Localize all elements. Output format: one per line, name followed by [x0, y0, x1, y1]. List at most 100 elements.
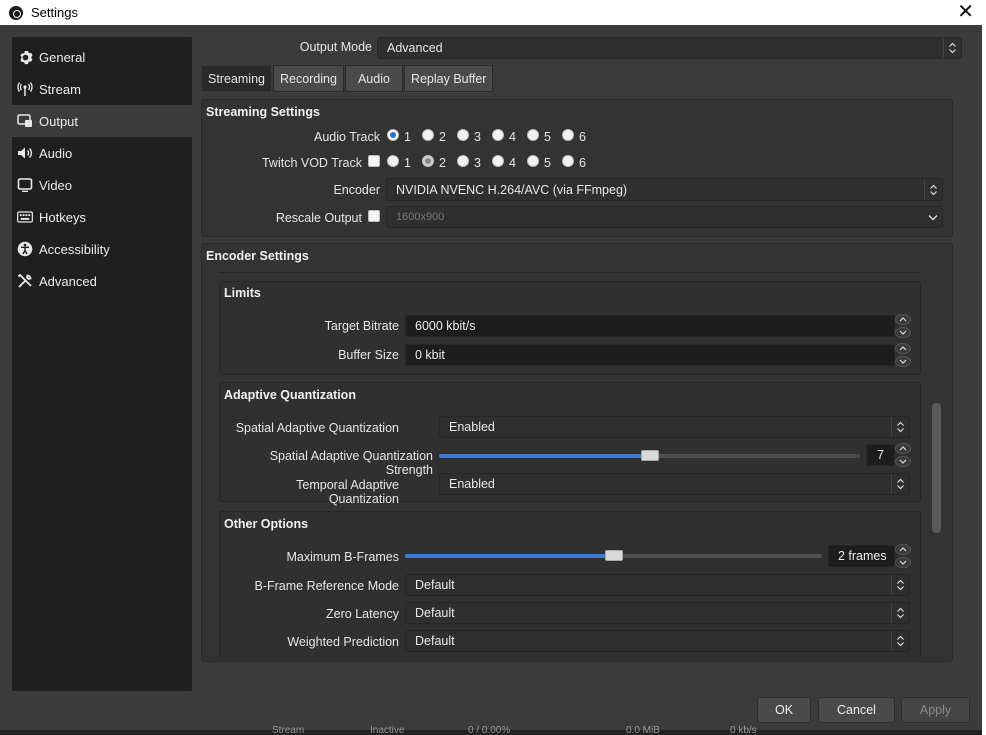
zero-latency-select[interactable]: Default	[405, 602, 910, 624]
temporal-aq-label: Temporal Adaptive Quantization	[296, 478, 399, 506]
increment-arrow-icon[interactable]	[895, 314, 911, 325]
max-bframes-value: 2 frames	[838, 549, 887, 563]
sidebar-item-label: Hotkeys	[39, 209, 86, 225]
buffer-size-stepper	[895, 343, 911, 367]
sidebar-item-audio[interactable]: Audio	[12, 137, 192, 169]
spatial-aq-value: Enabled	[449, 420, 495, 434]
tab-recording[interactable]: Recording	[272, 65, 344, 92]
close-icon[interactable]: ✕	[957, 0, 974, 24]
audio-track-radio-3[interactable]	[457, 129, 469, 141]
aq-strength-slider[interactable]	[439, 450, 860, 461]
encoder-select[interactable]: NVIDIA NVENC H.264/AVC (via FFmpeg)	[386, 178, 943, 201]
sidebar-item-accessibility[interactable]: Accessibility	[12, 233, 192, 265]
audio-track-label: Audio Track	[313, 130, 380, 144]
audio-track-radio-5[interactable]	[527, 129, 539, 141]
output-icon	[17, 113, 33, 129]
twitch-vod-option-label: 5	[544, 156, 551, 170]
tab-audio[interactable]: Audio	[344, 65, 403, 92]
spatial-aq-label: Spatial Adaptive Quantization	[235, 421, 399, 435]
chevron-up-down-icon	[924, 179, 942, 200]
sidebar-item-video[interactable]: Video	[12, 169, 192, 201]
aq-strength-slider-handle[interactable]	[641, 450, 659, 461]
antenna-icon	[17, 81, 33, 97]
title-bar: Settings ✕	[0, 0, 986, 25]
sidebar-item-general[interactable]: General	[12, 41, 192, 73]
audio-track-radio-6[interactable]	[562, 129, 574, 141]
twitch-vod-label: Twitch VOD Track	[261, 156, 362, 170]
sidebar-item-advanced[interactable]: Advanced	[12, 265, 192, 297]
background-text: 0.0 MiB	[626, 725, 660, 735]
sidebar-item-output[interactable]: Output	[12, 105, 192, 137]
encoder-label: Encoder	[333, 183, 380, 197]
chevron-up-down-icon	[891, 474, 909, 494]
decrement-arrow-icon[interactable]	[895, 327, 911, 338]
window-title: Settings	[31, 5, 78, 20]
aq-strength-slider-fill	[439, 454, 650, 458]
audio-track-radio-2[interactable]	[422, 129, 434, 141]
rescale-output-checkbox[interactable]	[368, 210, 380, 222]
output-mode-value: Advanced	[387, 41, 443, 55]
buffer-size-value: 0 kbit	[415, 348, 445, 362]
sidebar-item-label: Video	[39, 177, 73, 193]
max-bframes-slider-handle[interactable]	[605, 550, 623, 561]
audio-track-radio-4[interactable]	[492, 129, 504, 141]
chevron-up-down-icon	[891, 631, 909, 651]
twitch-vod-radio-2[interactable]	[422, 155, 434, 167]
increment-arrow-icon[interactable]	[895, 544, 911, 555]
streaming-settings-title: Streaming Settings	[206, 105, 320, 119]
twitch-vod-radio-4[interactable]	[492, 155, 504, 167]
zero-latency-label: Zero Latency	[326, 607, 399, 621]
target-bitrate-stepper	[895, 314, 911, 338]
aq-strength-input[interactable]: 7	[866, 444, 895, 466]
output-mode-select[interactable]: Advanced	[377, 37, 962, 59]
decrement-arrow-icon[interactable]	[895, 456, 911, 467]
twitch-vod-radio-1[interactable]	[387, 155, 399, 167]
decrement-arrow-icon[interactable]	[895, 557, 911, 568]
twitch-vod-radio-3[interactable]	[457, 155, 469, 167]
chevron-up-down-icon	[891, 575, 909, 595]
tab-streaming[interactable]: Streaming	[201, 65, 272, 92]
accessibility-icon	[17, 241, 33, 257]
aq-strength-label: Spatial Adaptive Quantization Strength	[269, 449, 433, 477]
temporal-aq-select[interactable]: Enabled	[439, 473, 910, 495]
rescale-resolution-select[interactable]: 1600x900	[386, 206, 943, 228]
weighted-prediction-select[interactable]: Default	[405, 630, 910, 652]
audio-track-radio-1[interactable]	[387, 129, 399, 141]
tab-replay-buffer[interactable]: Replay Buffer	[403, 65, 494, 92]
audio-track-option-label: 6	[579, 130, 586, 144]
max-bframes-slider[interactable]	[405, 550, 822, 561]
chevron-up-down-icon	[943, 38, 961, 58]
audio-track-option-label: 1	[404, 130, 411, 144]
bframe-ref-label: B-Frame Reference Mode	[254, 579, 399, 593]
twitch-vod-checkbox[interactable]	[368, 155, 380, 167]
max-bframes-input[interactable]: 2 frames	[828, 545, 895, 567]
settings-window: General Stream Output Audio Video Hotkey…	[0, 25, 982, 730]
sidebar-item-stream[interactable]: Stream	[12, 73, 192, 105]
buffer-size-label: Buffer Size	[338, 348, 399, 362]
audio-track-option-label: 4	[509, 130, 516, 144]
encoder-settings-scrollbar[interactable]	[932, 403, 941, 533]
increment-arrow-icon[interactable]	[895, 343, 911, 354]
twitch-vod-radio-5[interactable]	[527, 155, 539, 167]
zero-latency-value: Default	[415, 606, 455, 620]
increment-arrow-icon[interactable]	[895, 443, 911, 454]
sidebar-item-hotkeys[interactable]: Hotkeys	[12, 201, 192, 233]
ok-button[interactable]: OK	[757, 697, 811, 723]
apply-button[interactable]: Apply	[901, 697, 970, 723]
twitch-vod-radio-6[interactable]	[562, 155, 574, 167]
max-bframes-stepper	[895, 544, 911, 568]
buffer-size-input[interactable]: 0 kbit	[405, 344, 895, 366]
target-bitrate-value: 6000 kbit/s	[415, 319, 476, 333]
sidebar-item-label: Stream	[39, 81, 81, 97]
bframe-ref-select[interactable]: Default	[405, 574, 910, 596]
cancel-button[interactable]: Cancel	[818, 697, 895, 723]
other-options-title: Other Options	[224, 517, 309, 531]
encoder-settings-title: Encoder Settings	[206, 249, 309, 263]
speaker-icon	[17, 145, 33, 161]
decrement-arrow-icon[interactable]	[895, 356, 911, 367]
target-bitrate-input[interactable]: 6000 kbit/s	[405, 315, 895, 337]
aq-strength-value: 7	[877, 448, 884, 462]
spatial-aq-select[interactable]: Enabled	[439, 416, 910, 438]
sidebar-item-label: Accessibility	[39, 241, 110, 257]
background-text: Stream	[272, 725, 305, 735]
